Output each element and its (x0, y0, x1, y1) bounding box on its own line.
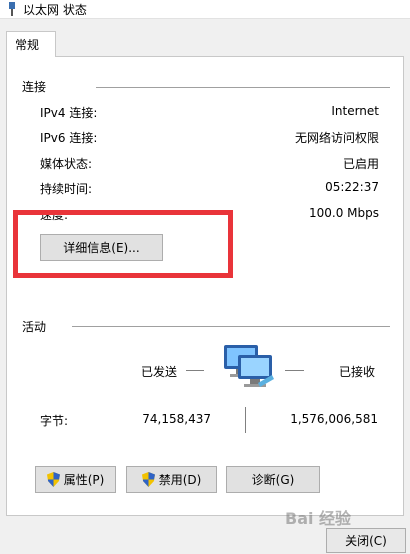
bytes-label: 字节: (40, 414, 69, 428)
ipv4-label: IPv4 连接: (40, 106, 98, 120)
bytes-sent-value: 74,158,437 (142, 412, 211, 426)
connection-group-title: 连接 (22, 80, 47, 94)
general-panel (6, 56, 404, 516)
watermark: Bai 经验 (285, 509, 352, 528)
title-bar: 以太网 状态 (0, 0, 410, 19)
disable-button-label: 禁用(D) (158, 473, 202, 487)
bytes-received-value: 1,576,006,581 (290, 412, 378, 426)
sent-line (186, 370, 204, 371)
ipv6-value: 无网络访问权限 (294, 131, 379, 145)
properties-button-label: 属性(P) (63, 473, 105, 487)
tab-general[interactable]: 常规 (6, 31, 56, 57)
network-cable-icon (9, 2, 15, 16)
uac-shield-icon (141, 472, 155, 487)
details-button[interactable]: 详细信息(E)... (40, 234, 163, 261)
activity-divider (72, 326, 390, 327)
window-title: 以太网 状态 (23, 3, 87, 17)
bytes-separator (245, 407, 246, 433)
diagnose-button[interactable]: 诊断(G) (226, 466, 320, 493)
activity-group-title: 活动 (22, 320, 47, 334)
media-state-value: 已启用 (342, 157, 379, 171)
connection-divider (96, 87, 390, 88)
disable-button[interactable]: 禁用(D) (126, 466, 217, 493)
received-line (285, 370, 304, 371)
ipv6-label: IPv6 连接: (40, 131, 98, 145)
duration-label: 持续时间: (40, 182, 93, 196)
duration-value: 05:22:37 (325, 180, 379, 194)
speed-value: 100.0 Mbps (308, 206, 379, 220)
ipv4-value: Internet (331, 104, 379, 118)
network-computers-icon (224, 345, 274, 387)
media-state-label: 媒体状态: (40, 157, 93, 171)
sent-label: 已发送 (141, 365, 178, 379)
properties-button[interactable]: 属性(P) (35, 466, 116, 493)
received-label: 已接收 (339, 365, 376, 379)
close-button[interactable]: 关闭(C) (326, 528, 406, 553)
uac-shield-icon (46, 472, 60, 487)
tab-general-label: 常规 (15, 38, 40, 52)
